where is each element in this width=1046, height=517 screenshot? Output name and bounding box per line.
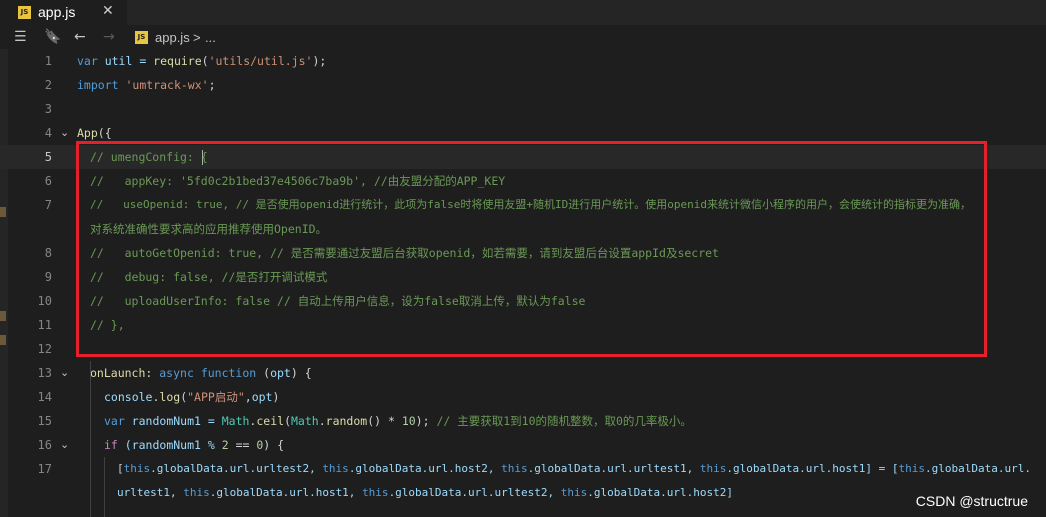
code-line: 14 console.log("APP启动",opt) (0, 385, 1046, 409)
code-line: 1 var util = require('utils/util.js'); (0, 49, 1046, 73)
breadcrumb-file[interactable]: app.js (155, 30, 190, 45)
line-number: 10 (37, 294, 52, 308)
code-line: 3 (0, 97, 1046, 121)
tab-bar: JS app.js ✕ (0, 0, 1046, 25)
list-icon[interactable]: ☰ (14, 29, 27, 45)
tab-app-js[interactable]: JS app.js ✕ (0, 0, 127, 25)
line-number: 8 (44, 246, 52, 260)
tab-title: app.js (38, 4, 76, 20)
line-number: 1 (44, 54, 52, 68)
code-line: 2 import 'umtrack-wx'; (0, 73, 1046, 97)
breadcrumb-more[interactable]: ... (205, 30, 216, 45)
indent-guide (104, 457, 105, 517)
line-number: 17 (37, 462, 52, 476)
code-line: 16 ⌄ if (randomNum1 % 2 == 0) { (0, 433, 1046, 457)
code-text: var util = require('utils/util.js'); (77, 54, 327, 68)
js-file-icon: JS (18, 6, 31, 19)
line-number: 2 (44, 78, 52, 92)
line-number: 7 (44, 198, 52, 212)
line-number: 11 (37, 318, 52, 332)
line-number: 6 (44, 174, 52, 188)
code-line-wrapped: urltest1, this.globalData.url.host1, thi… (0, 481, 1046, 505)
indent-guide (90, 361, 91, 517)
code-line: 15 var randomNum1 = Math.ceil(Math.rando… (0, 409, 1046, 433)
code-text: var randomNum1 = Math.ceil(Math.random()… (104, 414, 692, 428)
line-number: 9 (44, 270, 52, 284)
line-number: 5 (44, 150, 52, 164)
line-number: 13 (37, 366, 52, 380)
fold-chevron-icon[interactable]: ⌄ (60, 121, 69, 145)
code-text: urltest1, this.globalData.url.host1, thi… (117, 486, 733, 499)
close-icon[interactable]: ✕ (102, 3, 114, 19)
line-number: 3 (44, 102, 52, 116)
code-line: 13 ⌄ onLaunch: async function (opt) { (0, 361, 1046, 385)
line-number: 4 (44, 126, 52, 140)
code-text: import 'umtrack-wx'; (77, 78, 216, 92)
forward-arrow-icon[interactable]: → (103, 29, 115, 45)
watermark: CSDN @structrue (915, 493, 1028, 509)
fold-chevron-icon[interactable]: ⌄ (60, 433, 69, 457)
code-text: if (randomNum1 % 2 == 0) { (104, 438, 285, 452)
bookmark-icon[interactable]: 🔖 (44, 29, 61, 45)
js-file-icon: JS (135, 31, 148, 44)
breadcrumb-separator: > (193, 30, 201, 45)
code-text: console.log("APP启动",opt) (104, 390, 280, 404)
line-number: 16 (37, 438, 52, 452)
editor-toolbar: ☰ 🔖 ← → JS app.js > ... (0, 25, 1046, 49)
back-arrow-icon[interactable]: ← (74, 29, 86, 45)
code-text: onLaunch: async function (opt) { (90, 366, 312, 380)
code-line: 17 [this.globalData.url.urltest2, this.g… (0, 457, 1046, 481)
fold-chevron-icon[interactable]: ⌄ (60, 361, 69, 385)
line-number: 12 (37, 342, 52, 356)
line-number: 14 (37, 390, 52, 404)
annotation-highlight-box (76, 141, 987, 357)
code-text: [this.globalData.url.urltest2, this.glob… (117, 462, 1031, 475)
line-number: 15 (37, 414, 52, 428)
